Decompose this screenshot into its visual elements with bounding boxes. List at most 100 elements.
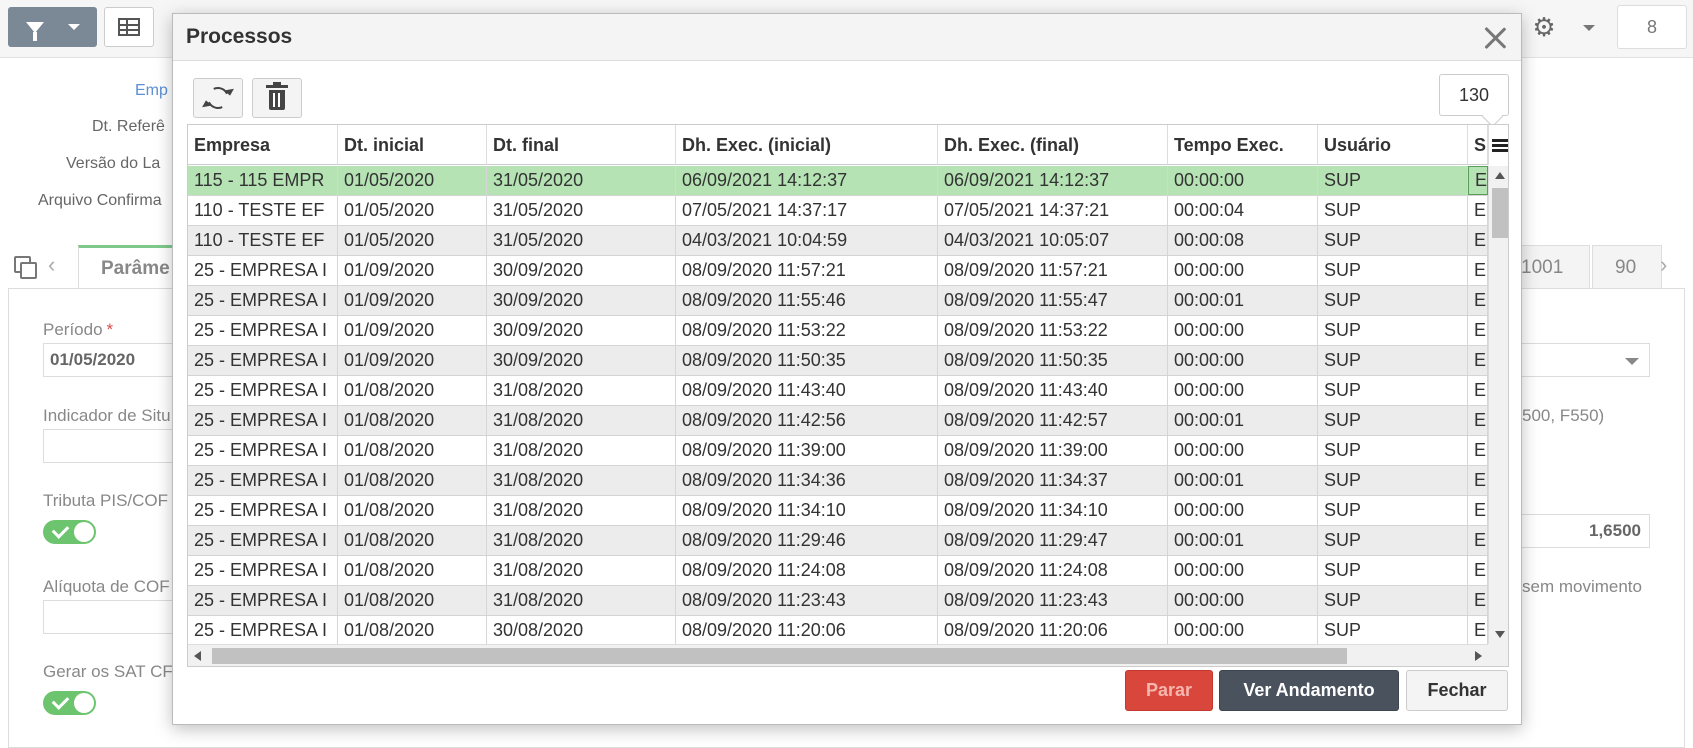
cell-dt-final: 31/08/2020 xyxy=(487,376,676,405)
table-row[interactable]: 25 - EMPRESA I 01/09/2020 30/09/2020 08/09/… xyxy=(188,256,1488,286)
column-header-empresa[interactable]: Empresa xyxy=(188,125,338,165)
form-label-arquivo-confirmacao: Arquivo Confirma xyxy=(38,192,162,209)
table-row[interactable]: 110 - TESTE EF 01/05/2020 31/05/2020 07/05/… xyxy=(188,196,1488,226)
cell-empresa: 25 - EMPRESA I xyxy=(188,406,338,435)
cell-status: E xyxy=(1468,496,1488,525)
right-value-input[interactable]: 1,6500 xyxy=(1522,514,1650,548)
column-header-dh-exec-inicial[interactable]: Dh. Exec. (inicial) xyxy=(676,125,938,165)
gerar-sat-toggle[interactable] xyxy=(43,691,96,715)
column-header-tempo-exec[interactable]: Tempo Exec. xyxy=(1168,125,1318,165)
column-header-dt-final[interactable]: Dt. final xyxy=(487,125,676,165)
scroll-left-icon[interactable] xyxy=(194,651,201,661)
cell-dt-final: 31/08/2020 xyxy=(487,406,676,435)
copy-icon[interactable] xyxy=(14,256,37,279)
column-header-status[interactable]: S xyxy=(1468,125,1488,165)
table-row[interactable]: 25 - EMPRESA I 01/08/2020 31/08/2020 08/09/… xyxy=(188,436,1488,466)
table-row[interactable]: 25 - EMPRESA I 01/08/2020 31/08/2020 08/09/… xyxy=(188,466,1488,496)
gerar-sat-label: Gerar os SAT CF xyxy=(43,662,173,681)
cell-dh-exec-inicial: 08/09/2020 11:29:46 xyxy=(676,526,938,555)
delete-button[interactable] xyxy=(252,78,302,118)
form-label-empresa[interactable]: Emp xyxy=(135,82,168,100)
filter-dropdown-button[interactable] xyxy=(8,7,97,47)
table-row[interactable]: 25 - EMPRESA I 01/08/2020 31/08/2020 08/09/… xyxy=(188,376,1488,406)
chevron-left-icon[interactable]: ‹ xyxy=(48,252,55,278)
cell-dh-exec-inicial: 08/09/2020 11:42:56 xyxy=(676,406,938,435)
column-header-dt-inicial[interactable]: Dt. inicial xyxy=(338,125,487,165)
scroll-down-icon[interactable] xyxy=(1495,631,1505,638)
cell-usuario: SUP xyxy=(1318,226,1468,255)
horizontal-scrollbar[interactable] xyxy=(188,644,1488,666)
record-count-badge: 130 xyxy=(1439,74,1509,116)
cell-dt-final: 30/09/2020 xyxy=(487,256,676,285)
trash-icon xyxy=(266,82,288,110)
scroll-up-icon[interactable] xyxy=(1495,172,1505,179)
horizontal-scroll-thumb[interactable] xyxy=(212,648,1347,664)
cell-dt-inicial: 01/09/2020 xyxy=(338,316,487,345)
cell-dt-final: 30/09/2020 xyxy=(487,316,676,345)
cell-dh-exec-inicial: 08/09/2020 11:34:10 xyxy=(676,496,938,525)
cell-dt-final: 30/09/2020 xyxy=(487,346,676,375)
column-header-usuario[interactable]: Usuário xyxy=(1318,125,1468,165)
scroll-right-icon[interactable] xyxy=(1475,651,1482,661)
cell-empresa: 110 - TESTE EF xyxy=(188,196,338,225)
cell-status: E xyxy=(1468,286,1488,315)
aliquota-cofins-input[interactable] xyxy=(43,600,183,634)
tributa-pis-cofins-toggle[interactable] xyxy=(43,520,96,544)
cell-tempo-exec: 00:00:00 xyxy=(1168,586,1318,615)
cell-status: E xyxy=(1468,436,1488,465)
cell-empresa: 110 - TESTE EF xyxy=(188,226,338,255)
table-row[interactable]: 25 - EMPRESA I 01/08/2020 31/08/2020 08/09/… xyxy=(188,496,1488,526)
cell-dh-exec-inicial: 06/09/2021 14:12:37 xyxy=(676,166,938,195)
chevron-down-icon[interactable] xyxy=(1625,358,1639,365)
table-row[interactable]: 25 - EMPRESA I 01/08/2020 31/08/2020 08/09/… xyxy=(188,586,1488,616)
cell-dt-inicial: 01/05/2020 xyxy=(338,226,487,255)
cell-usuario: SUP xyxy=(1318,166,1468,195)
ver-andamento-button[interactable]: Ver Andamento xyxy=(1219,670,1399,711)
table-row[interactable]: 115 - 115 EMPR 01/05/2020 31/05/2020 06/09/… xyxy=(188,166,1488,196)
table-row[interactable]: 25 - EMPRESA I 01/08/2020 31/08/2020 08/09/… xyxy=(188,526,1488,556)
cell-usuario: SUP xyxy=(1318,406,1468,435)
cell-empresa: 25 - EMPRESA I xyxy=(188,346,338,375)
refresh-button[interactable] xyxy=(193,78,243,118)
cell-dt-final: 31/08/2020 xyxy=(487,466,676,495)
vertical-scrollbar[interactable] xyxy=(1488,166,1508,644)
cell-dh-exec-inicial: 08/09/2020 11:34:36 xyxy=(676,466,938,495)
cell-dh-exec-inicial: 08/09/2020 11:20:06 xyxy=(676,616,938,644)
table-row[interactable]: 25 - EMPRESA I 01/08/2020 31/08/2020 08/09/… xyxy=(188,406,1488,436)
chevron-down-icon[interactable] xyxy=(1583,25,1595,31)
cell-dt-final: 31/08/2020 xyxy=(487,496,676,525)
cell-dt-final: 31/05/2020 xyxy=(487,196,676,225)
table-row[interactable]: 110 - TESTE EF 01/05/2020 31/05/2020 04/03/… xyxy=(188,226,1488,256)
cell-dh-exec-final: 08/09/2020 11:53:22 xyxy=(938,316,1168,345)
tab-90[interactable]: 90 xyxy=(1592,245,1662,289)
cell-empresa: 25 - EMPRESA I xyxy=(188,376,338,405)
table-row[interactable]: 25 - EMPRESA I 01/09/2020 30/09/2020 08/09/… xyxy=(188,316,1488,346)
cell-status: E xyxy=(1468,346,1488,375)
right-hint-sem-movimento: sem movimento xyxy=(1522,577,1642,596)
toolbar-count-badge: 8 xyxy=(1617,5,1687,49)
fechar-button[interactable]: Fechar xyxy=(1406,670,1508,711)
table-row[interactable]: 25 - EMPRESA I 01/08/2020 30/08/2020 08/09/… xyxy=(188,616,1488,644)
table-view-button[interactable] xyxy=(104,7,154,47)
table-row[interactable]: 25 - EMPRESA I 01/08/2020 31/08/2020 08/09/… xyxy=(188,556,1488,586)
cell-dh-exec-inicial: 08/09/2020 11:24:08 xyxy=(676,556,938,585)
indicador-situacao-input[interactable] xyxy=(43,429,183,463)
cell-empresa: 25 - EMPRESA I xyxy=(188,556,338,585)
column-header-dh-exec-final[interactable]: Dh. Exec. (final) xyxy=(938,125,1168,165)
cell-empresa: 25 - EMPRESA I xyxy=(188,286,338,315)
cell-dh-exec-inicial: 07/05/2021 14:37:17 xyxy=(676,196,938,225)
column-menu-button[interactable] xyxy=(1488,125,1508,165)
settings-button[interactable]: ⚙ xyxy=(1522,7,1566,47)
close-icon[interactable] xyxy=(1479,22,1511,54)
cell-dh-exec-final: 06/09/2021 14:12:37 xyxy=(938,166,1168,195)
vertical-scroll-thumb[interactable] xyxy=(1492,188,1508,238)
periodo-input[interactable]: 01/05/2020 xyxy=(43,343,183,377)
chevron-right-icon[interactable]: › xyxy=(1660,252,1667,278)
cell-status: E xyxy=(1468,616,1488,644)
cell-tempo-exec: 00:00:04 xyxy=(1168,196,1318,225)
table-row[interactable]: 25 - EMPRESA I 01/09/2020 30/09/2020 08/09/… xyxy=(188,286,1488,316)
cell-status: E xyxy=(1468,556,1488,585)
table-row[interactable]: 25 - EMPRESA I 01/09/2020 30/09/2020 08/09/… xyxy=(188,346,1488,376)
parar-button[interactable]: Parar xyxy=(1125,670,1213,711)
cell-tempo-exec: 00:00:01 xyxy=(1168,406,1318,435)
